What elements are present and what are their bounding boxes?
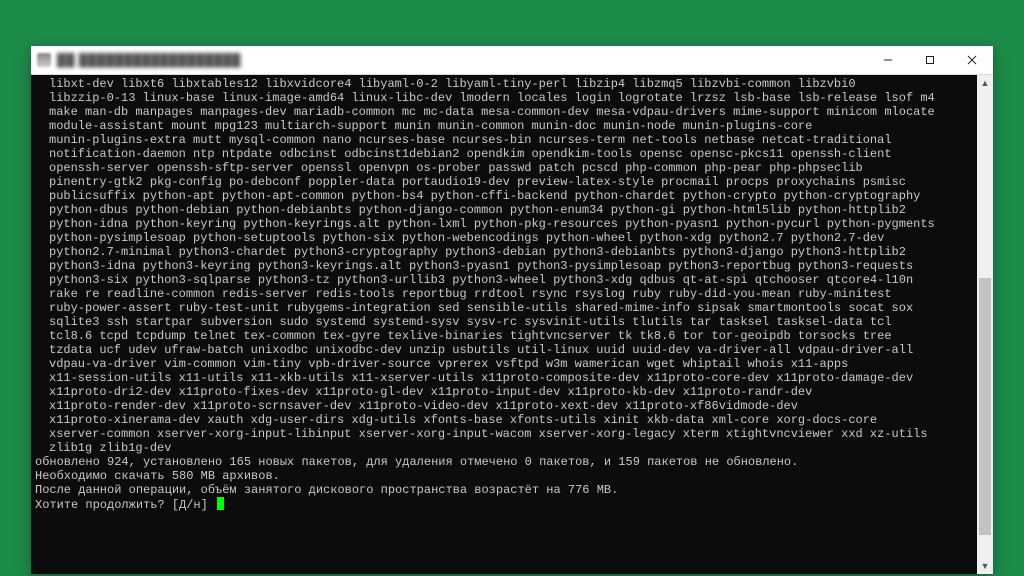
scroll-up-button[interactable]: ▲ (977, 75, 993, 91)
package-line: xserver-common xserver-xorg-input-libinp… (35, 427, 973, 441)
summary-line: обновлено 924, установлено 165 новых пак… (35, 455, 973, 469)
package-line: x11proto-dri2-dev x11proto-fixes-dev x11… (35, 385, 973, 399)
package-line: python3-idna python3-keyring python3-key… (35, 259, 973, 273)
summary-line: После данной операции, объём занятого ди… (35, 483, 973, 497)
package-line: python-idna python-keyring python-keyrin… (35, 217, 973, 231)
window-title: ██ ██████████████████ (57, 53, 241, 67)
package-line: python-pysimplesoap python-setuptools py… (35, 231, 973, 245)
minimize-button[interactable] (867, 46, 909, 74)
package-line: zlib1g zlib1g-dev (35, 441, 973, 455)
package-line: x11proto-xinerama-dev xauth xdg-user-dir… (35, 413, 973, 427)
titlebar[interactable]: ██ ██████████████████ (31, 46, 993, 75)
continue-prompt[interactable]: Хотите продолжить? [Д/н] (35, 497, 973, 512)
package-line: rake re readline-common redis-server red… (35, 287, 973, 301)
scroll-down-button[interactable]: ▼ (977, 558, 993, 574)
summary-line: Необходимо скачать 580 MB архивов. (35, 469, 973, 483)
terminal-output[interactable]: libxt-dev libxt6 libxtables12 libxvidcor… (31, 75, 977, 574)
scroll-track[interactable] (977, 91, 993, 558)
package-line: libzzip-0-13 linux-base linux-image-amd6… (35, 91, 973, 105)
package-line: module-assistant mount mpg123 multiarch-… (35, 119, 973, 133)
terminal-body: libxt-dev libxt6 libxtables12 libxvidcor… (31, 75, 993, 574)
package-line: ruby-power-assert ruby-test-unit rubygem… (35, 301, 973, 315)
package-line: vdpau-va-driver vim-common vim-tiny vpb-… (35, 357, 973, 371)
title-left: ██ ██████████████████ (31, 53, 241, 67)
cursor (217, 497, 224, 510)
close-button[interactable] (951, 46, 993, 74)
scroll-thumb[interactable] (979, 278, 991, 535)
package-line: openssh-server openssh-sftp-server opens… (35, 161, 973, 175)
package-line: x11proto-render-dev x11proto-scrnsaver-d… (35, 399, 973, 413)
maximize-button[interactable] (909, 46, 951, 74)
scrollbar[interactable]: ▲ ▼ (977, 75, 993, 574)
package-line: publicsuffix python-apt python-apt-commo… (35, 189, 973, 203)
package-line: python-dbus python-debian python-debianb… (35, 203, 973, 217)
package-line: python3-six python3-sqlparse python3-tz … (35, 273, 973, 287)
package-line: sqlite3 ssh startpar subversion sudo sys… (35, 315, 973, 329)
package-line: libxt-dev libxt6 libxtables12 libxvidcor… (35, 77, 973, 91)
package-line: notification-daemon ntp ntpdate odbcinst… (35, 147, 973, 161)
terminal-window: ██ ██████████████████ libxt-dev libxt6 l… (31, 46, 993, 574)
package-line: x11-session-utils x11-utils x11-xkb-util… (35, 371, 973, 385)
app-icon (37, 53, 51, 67)
package-line: tzdata ucf udev ufraw-batch unixodbc uni… (35, 343, 973, 357)
package-line: munin-plugins-extra mutt mysql-common na… (35, 133, 973, 147)
package-line: make man-db manpages manpages-dev mariad… (35, 105, 973, 119)
package-line: tcl8.6 tcpd tcpdump telnet tex-common te… (35, 329, 973, 343)
package-line: pinentry-gtk2 pkg-config po-debconf popp… (35, 175, 973, 189)
package-line: python2.7-minimal python3-chardet python… (35, 245, 973, 259)
